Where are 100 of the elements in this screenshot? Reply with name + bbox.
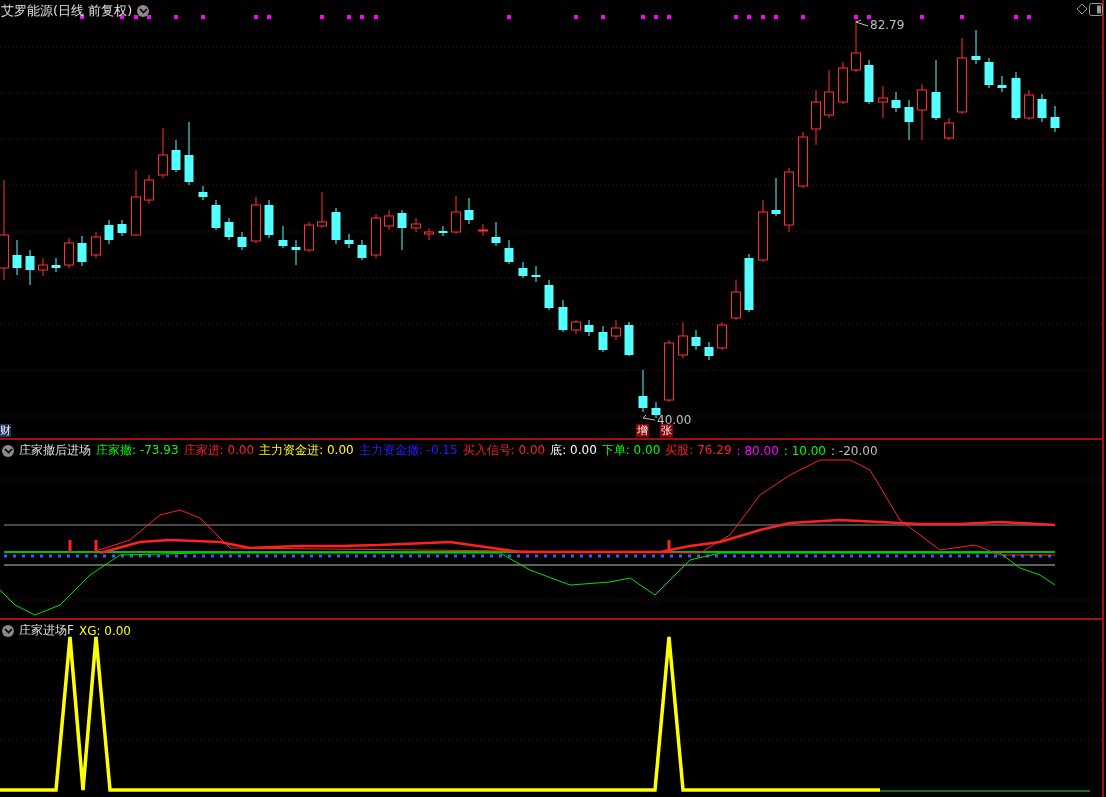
diamond-icon[interactable] <box>1076 3 1088 15</box>
candle <box>411 217 421 233</box>
candle <box>38 257 48 277</box>
candle <box>518 261 528 279</box>
candle <box>291 239 301 266</box>
candle <box>917 83 927 141</box>
high-price-label: 82.79 <box>870 18 905 32</box>
candle <box>117 219 127 237</box>
candle <box>451 195 461 235</box>
indicator-value: 主力资金撤: -0.15 <box>358 442 458 459</box>
candle <box>304 221 314 253</box>
candle <box>544 279 554 311</box>
candle <box>838 61 848 105</box>
window-title: 艾罗能源(日线 前复权) <box>1 2 133 20</box>
marker-tag: 增 <box>636 424 649 437</box>
candle <box>1050 105 1060 133</box>
candle <box>971 29 981 65</box>
signal-bar <box>667 540 671 552</box>
indicator-value: 庄家进: 0.00 <box>183 442 255 459</box>
candle <box>371 213 381 259</box>
candle <box>824 69 834 119</box>
signal-bar <box>68 540 72 552</box>
indicator-value: 买入信号: 0.00 <box>462 442 546 459</box>
candle <box>478 223 488 237</box>
candle <box>251 196 261 244</box>
candle <box>64 237 74 269</box>
candle <box>811 89 821 146</box>
candle <box>424 227 434 241</box>
dropdown-button[interactable] <box>137 5 150 17</box>
indicator-value: 下单: 0.00 <box>601 442 661 459</box>
candle <box>25 249 35 286</box>
candle <box>744 253 754 313</box>
indicator-value: : 80.00 <box>736 443 779 458</box>
candle <box>264 199 274 239</box>
candle <box>158 127 168 179</box>
candle <box>357 239 367 261</box>
candle <box>997 75 1007 93</box>
candle <box>931 59 941 121</box>
indicator-value: 买股: 76.29 <box>665 442 732 459</box>
indicator-value: XG: 0.00 <box>78 623 131 638</box>
candle <box>624 321 634 357</box>
candle <box>598 325 608 353</box>
signal-bar <box>94 540 98 552</box>
candle <box>491 221 501 247</box>
candle <box>1037 93 1047 123</box>
dropdown-button[interactable] <box>2 624 14 637</box>
candle <box>878 85 888 119</box>
candle <box>571 319 581 335</box>
candle <box>344 233 354 249</box>
candle <box>758 199 768 263</box>
candle <box>638 369 648 413</box>
candle <box>438 225 448 237</box>
pointer-icon <box>642 414 656 421</box>
candle <box>704 341 714 361</box>
indicator-value: : -20.00 <box>831 443 878 458</box>
pointer-icon <box>855 19 869 27</box>
candle <box>198 185 208 201</box>
candle <box>12 239 22 276</box>
candle <box>1011 71 1021 121</box>
candle <box>104 219 114 245</box>
candle <box>278 225 288 249</box>
corner-tag: 财 <box>0 424 11 437</box>
candle <box>211 199 221 231</box>
dropdown-button[interactable] <box>2 444 14 457</box>
candle <box>891 91 901 113</box>
candle <box>464 197 474 225</box>
candle <box>51 257 61 273</box>
panel-toggle-icon[interactable] <box>1089 3 1103 16</box>
candle <box>558 299 568 333</box>
indicator-value: 底: 0.00 <box>550 442 597 459</box>
indicator-value: : 10.00 <box>783 443 826 458</box>
candle <box>784 167 794 233</box>
candle <box>717 321 727 351</box>
marker-tag: 张 <box>660 424 673 437</box>
candle <box>691 329 701 351</box>
candle <box>664 339 674 403</box>
candle <box>864 59 874 105</box>
candle <box>851 19 861 73</box>
candle <box>984 57 994 89</box>
candle <box>237 231 247 251</box>
candle <box>531 265 541 283</box>
candle <box>397 209 407 251</box>
candle <box>1024 89 1034 121</box>
candle <box>384 209 394 231</box>
indicator-name: 庄家撤后进场 <box>19 442 91 459</box>
candle <box>77 235 87 267</box>
candle <box>798 131 808 189</box>
candle <box>184 121 194 186</box>
candle <box>171 139 181 173</box>
candle <box>317 191 327 229</box>
candle <box>611 319 621 341</box>
candle <box>771 177 781 217</box>
candle <box>904 99 914 141</box>
candle <box>131 169 141 237</box>
candle <box>91 231 101 259</box>
candle <box>731 279 741 321</box>
candle <box>504 239 514 265</box>
indicator-value: 庄家撤: -73.93 <box>96 442 179 459</box>
candle <box>144 174 154 205</box>
indicator-name: 庄家进场F <box>19 622 74 639</box>
